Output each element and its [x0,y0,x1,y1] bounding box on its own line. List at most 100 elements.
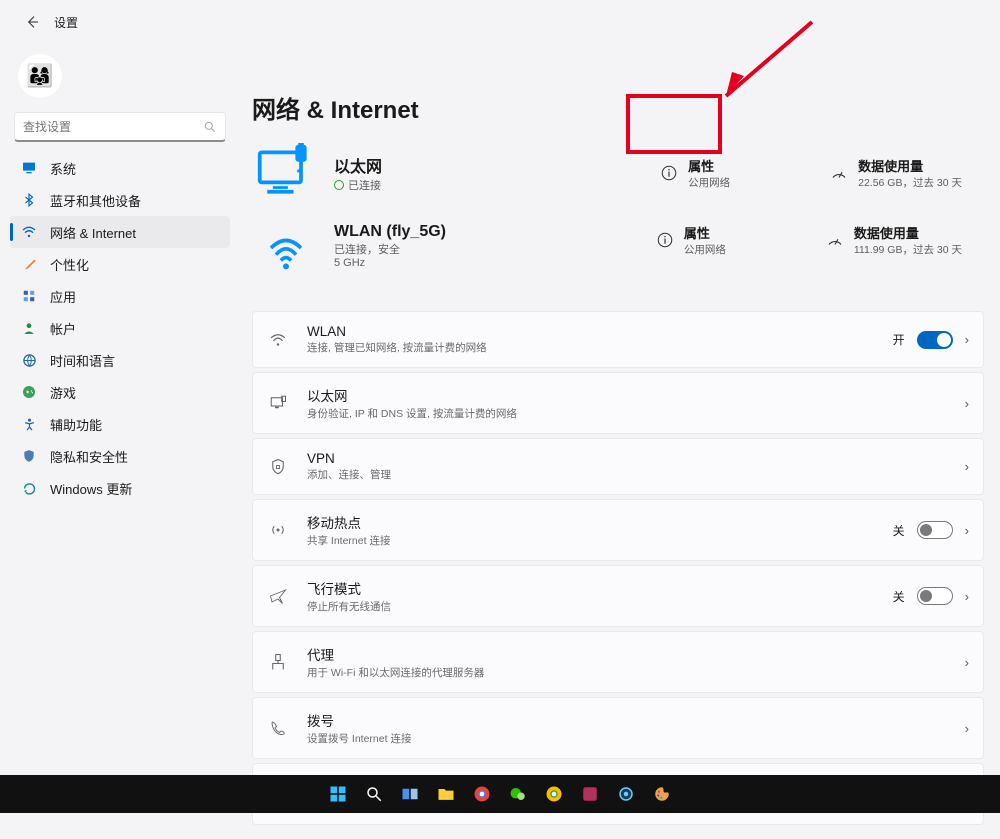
wlan-usage-sub: 111.99 GB，过去 30 天 [854,242,962,257]
ethernet-status-row: 以太网 已连接 属性 公用网络 数据使用量 22.56 GB，过去 30 天 [252,137,984,219]
card-hotspot[interactable]: 移动热点 共享 Internet 连接 关 › [252,499,984,561]
ethernet-name: 以太网 [334,153,594,177]
taskbar-start[interactable] [325,781,351,807]
sidebar-item-label: 网络 & Internet [50,223,136,242]
wlan-usage-link[interactable]: 数据使用量 111.99 GB，过去 30 天 [826,223,980,257]
info-icon [656,231,674,249]
wifi-icon [20,223,38,241]
card-sub: 添加、连接、管理 [307,467,391,482]
chevron-right-icon: › [965,396,969,411]
wlan-status1: 已连接，安全 [334,241,594,257]
taskbar-settings[interactable] [613,781,639,807]
wlan-prop-label: 属性 [684,223,726,242]
wlan-toggle[interactable] [917,331,953,349]
sidebar-item-label: 时间和语言 [50,351,115,370]
sidebar-item-bluetooth[interactable]: 蓝牙和其他设备 [10,184,230,216]
meter-icon [830,164,848,182]
chevron-right-icon: › [965,459,969,474]
card-ethernet[interactable]: 以太网 身份验证, IP 和 DNS 设置, 按流量计费的网络 › [252,372,984,434]
ethernet-status: 已连接 [348,177,381,193]
sidebar-item-privacy[interactable]: 隐私和安全性 [10,440,230,472]
card-sub: 连接, 管理已知网络, 按流量计费的网络 [307,340,487,355]
wifi-icon [267,329,289,351]
hotspot-toggle[interactable] [917,521,953,539]
sidebar-item-accounts[interactable]: 帐户 [10,312,230,344]
taskbar-wechat[interactable] [505,781,531,807]
hotspot-icon [267,519,289,541]
bluetooth-icon [20,191,38,209]
card-proxy[interactable]: 代理 用于 Wi-Fi 和以太网连接的代理服务器 › [252,631,984,693]
main-content: 网络 & Internet 以太网 已连接 属性 公用网络 [236,38,1000,839]
toggle-label: 关 [893,522,905,539]
brush-icon [20,255,38,273]
ethernet-icon [267,392,289,414]
chevron-right-icon: › [965,721,969,736]
wlan-properties-link[interactable]: 属性 公用网络 [656,223,744,257]
info-icon [660,164,678,182]
card-vpn[interactable]: VPN 添加、连接、管理 › [252,438,984,495]
card-sub: 身份验证, IP 和 DNS 设置, 按流量计费的网络 [307,406,517,421]
airplane-toggle[interactable] [917,587,953,605]
sidebar-item-label: Windows 更新 [50,479,132,498]
proxy-icon [267,651,289,673]
taskbar-chrome2[interactable] [541,781,567,807]
sidebar-item-update[interactable]: Windows 更新 [10,472,230,504]
card-sub: 设置拨号 Internet 连接 [307,731,411,746]
card-dialup[interactable]: 拨号 设置拨号 Internet 连接 › [252,697,984,759]
search-input[interactable] [23,120,203,134]
apps-icon [20,287,38,305]
chevron-right-icon: › [965,523,969,538]
card-title: 拨号 [307,710,411,730]
display-icon [20,159,38,177]
app-title: 设置 [54,14,78,31]
taskbar-taskview[interactable] [397,781,423,807]
back-button[interactable] [20,10,44,34]
taskbar-search[interactable] [361,781,387,807]
shield-icon [20,447,38,465]
sidebar-item-accessibility[interactable]: 辅助功能 [10,408,230,440]
account-icon [20,319,38,337]
wlan-prop-sub: 公用网络 [684,242,726,257]
sidebar-item-system[interactable]: 系统 [10,152,230,184]
sidebar-item-personalize[interactable]: 个性化 [10,248,230,280]
ethernet-usage-label: 数据使用量 [858,156,962,175]
taskbar [0,775,1000,813]
sidebar-item-gaming[interactable]: 游戏 [10,376,230,408]
taskbar-app1[interactable] [577,781,603,807]
chevron-right-icon: › [965,332,969,347]
sidebar-item-label: 应用 [50,287,76,306]
card-sub: 停止所有无线通信 [307,599,391,614]
taskbar-chrome[interactable] [469,781,495,807]
toggle-label: 关 [893,588,905,605]
language-icon [20,351,38,369]
sidebar-item-network[interactable]: 网络 & Internet [10,216,230,248]
phone-icon [267,717,289,739]
taskbar-explorer[interactable] [433,781,459,807]
sidebar-item-time[interactable]: 时间和语言 [10,344,230,376]
ethernet-usage-sub: 22.56 GB，过去 30 天 [858,175,962,190]
ethernet-properties-link[interactable]: 属性 公用网络 [660,156,748,190]
ethernet-monitor-icon [256,143,316,203]
sidebar-item-label: 个性化 [50,255,89,274]
card-airplane[interactable]: 飞行模式 停止所有无线通信 关 › [252,565,984,627]
card-wlan[interactable]: WLAN 连接, 管理已知网络, 按流量计费的网络 开 › [252,311,984,368]
card-title: 飞行模式 [307,578,391,598]
globe-icon [334,180,344,190]
ethernet-usage-link[interactable]: 数据使用量 22.56 GB，过去 30 天 [830,156,980,190]
card-title: WLAN [307,324,487,339]
chevron-right-icon: › [965,589,969,604]
meter-icon [826,231,844,249]
sidebar-item-apps[interactable]: 应用 [10,280,230,312]
avatar[interactable]: 👨‍👩‍👧 [18,54,62,98]
wlan-wifi-icon [256,223,316,283]
taskbar-paint[interactable] [649,781,675,807]
wlan-name: WLAN (fly_5G) [334,223,594,241]
search-icon [203,120,217,134]
sidebar-item-label: 系统 [50,159,76,178]
chevron-right-icon: › [965,655,969,670]
airplane-icon [267,585,289,607]
sidebar-item-label: 辅助功能 [50,415,102,434]
card-title: VPN [307,451,391,466]
card-title: 代理 [307,644,484,664]
search-box[interactable] [14,112,226,142]
